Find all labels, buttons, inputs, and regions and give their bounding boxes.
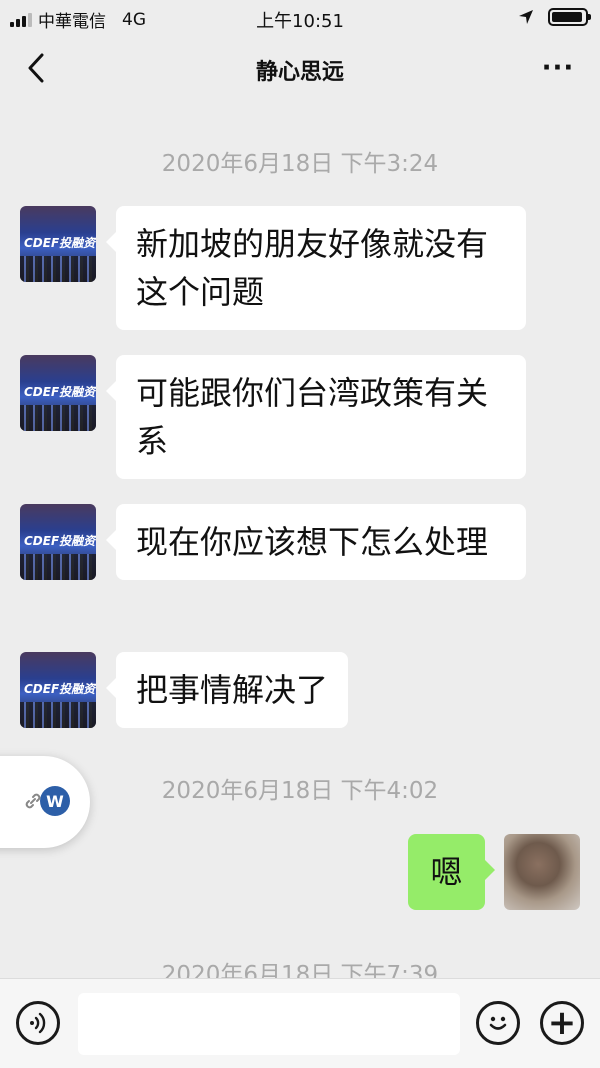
battery-level (552, 12, 583, 22)
more-button[interactable]: ··· (538, 52, 578, 84)
avatar[interactable]: CDEF投融资 (20, 355, 96, 431)
location-arrow-icon (519, 10, 533, 24)
battery-icon (548, 8, 591, 26)
plus-button[interactable]: + (540, 1001, 584, 1045)
avatar-crowd-image (20, 554, 96, 580)
timestamp: 2020年6月18日 下午3:24 (161, 151, 439, 177)
message-bubble[interactable]: 把事情解决了 (105, 652, 349, 728)
message-input[interactable] (78, 993, 460, 1055)
message-bubble[interactable]: 现在你应该想下怎么处理 (106, 504, 526, 580)
avatar-crowd-image (20, 405, 96, 431)
ellipsis-icon: ··· (541, 53, 575, 83)
status-bar: 中華電信 4G 上午10:51 (0, 0, 600, 36)
avatar-logo: CDEF投融资 (24, 236, 96, 250)
message-bubble-self[interactable]: 嗯 (408, 834, 495, 910)
status-right (518, 8, 591, 26)
avatar[interactable]: CDEF投融资 (20, 206, 96, 282)
emoji-button[interactable] (476, 1001, 520, 1045)
avatar[interactable]: CDEF投融资 (20, 652, 96, 728)
avatar-crowd-image (20, 702, 96, 728)
timestamp: 2020年6月18日 下午4:02 (161, 778, 439, 804)
avatar-logo: CDEF投融资 (24, 385, 96, 399)
word-badge-icon: W (40, 786, 70, 816)
avatar-logo: CDEF投融资 (24, 682, 96, 696)
message-bubble[interactable]: 可能跟你们台湾政策有关系 (106, 355, 526, 479)
plus-icon: + (547, 1003, 577, 1043)
emoji-icon (489, 1016, 507, 1030)
status-time: 上午10:51 (256, 11, 344, 32)
nav-bar: 静心思远 ··· (0, 36, 600, 102)
avatar-crowd-image (20, 256, 96, 282)
floating-window-widget[interactable]: W (0, 756, 90, 848)
avatar-self[interactable] (504, 834, 580, 910)
voice-button[interactable] (16, 1001, 60, 1045)
message-bubble[interactable]: 新加坡的朋友好像就没有这个问题 (106, 206, 526, 330)
avatar[interactable]: CDEF投融资 (20, 504, 96, 580)
chat-title: 静心思远 (255, 60, 344, 85)
voice-icon (30, 1012, 46, 1034)
avatar-logo: CDEF投融资 (24, 534, 96, 548)
input-bar: + (0, 978, 600, 1068)
